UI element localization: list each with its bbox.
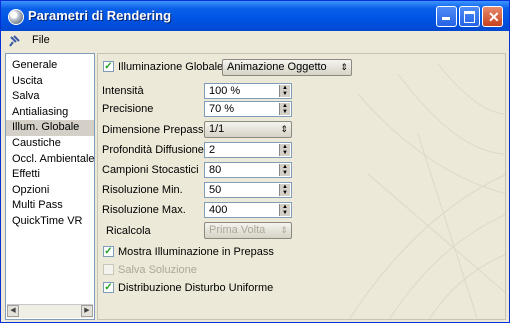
uniform-noise-label: Distribuzione Disturbo Uniforme xyxy=(118,282,274,294)
category-generale[interactable]: Generale xyxy=(6,58,94,74)
max-resolution-value: 400 xyxy=(209,204,228,216)
maximize-button[interactable] xyxy=(459,6,480,27)
horizontal-scrollbar[interactable]: ◀ ▶ xyxy=(7,304,93,318)
category-quicktime-vr[interactable]: QuickTime VR xyxy=(6,214,94,230)
category-opzioni[interactable]: Opzioni xyxy=(6,183,94,199)
category-salva[interactable]: Salva xyxy=(6,89,94,105)
updown-arrow-icon: ⇕ xyxy=(280,124,288,134)
recalc-value: Prima Volta xyxy=(209,224,266,236)
category-uscita[interactable]: Uscita xyxy=(6,74,94,90)
uniform-noise-checkbox[interactable]: ✓ xyxy=(103,282,114,293)
save-solution-checkbox[interactable] xyxy=(103,264,114,275)
diffusion-depth-value: 2 xyxy=(209,144,216,156)
pin-icon xyxy=(9,35,20,47)
precision-label: Precisione xyxy=(102,103,154,115)
category-effetti[interactable]: Effetti xyxy=(6,167,94,183)
minimize-button[interactable] xyxy=(436,6,457,27)
category-caustiche[interactable]: Caustiche xyxy=(6,136,94,152)
max-resolution-spinner[interactable]: ▲ ▼ xyxy=(279,204,290,216)
close-button[interactable]: ✕ xyxy=(482,6,503,27)
precision-spinner[interactable]: ▲ ▼ xyxy=(279,103,290,115)
min-resolution-field[interactable]: 50 ▲ ▼ xyxy=(204,182,292,198)
diffusion-depth-field[interactable]: 2 ▲ ▼ xyxy=(204,142,292,158)
intensity-value: 100 % xyxy=(209,85,241,97)
category-illum-globale[interactable]: Illum. Globale xyxy=(6,120,94,136)
settings-category-list: Generale Uscita Salva Antialiasing Illum… xyxy=(5,53,95,320)
close-icon: ✕ xyxy=(488,9,500,25)
stochastic-samples-label: Campioni Stocastici xyxy=(102,164,199,176)
max-resolution-field[interactable]: 400 ▲ ▼ xyxy=(204,202,292,218)
diffusion-depth-spinner[interactable]: ▲ ▼ xyxy=(279,144,290,156)
menu-bar: File xyxy=(5,32,505,50)
updown-arrow-icon: ⇕ xyxy=(280,225,288,235)
window-title: Parametri di Rendering xyxy=(28,8,172,23)
prepass-size-label: Dimensione Prepass xyxy=(102,124,204,136)
gi-settings-panel: ✓ Illuminazione Globale Animazione Ogget… xyxy=(97,53,506,320)
gi-mode-dropdown[interactable]: Animazione Oggetto ⇕ xyxy=(222,59,352,76)
app-icon xyxy=(8,9,24,25)
stochastic-samples-value: 80 xyxy=(209,164,222,176)
updown-arrow-icon: ⇕ xyxy=(340,62,348,72)
min-resolution-label: Risoluzione Min. xyxy=(102,184,183,196)
min-resolution-spinner[interactable]: ▲ ▼ xyxy=(279,184,290,196)
prepass-size-value: 1/1 xyxy=(209,123,225,135)
show-prepass-checkbox[interactable]: ✓ xyxy=(103,246,114,257)
category-occl-ambientale[interactable]: Occl. Ambientale xyxy=(6,152,95,168)
scroll-left-button[interactable]: ◀ xyxy=(7,305,19,317)
minimize-icon xyxy=(442,17,450,20)
prepass-size-dropdown[interactable]: 1/1 ⇕ xyxy=(204,121,292,138)
max-resolution-label: Risoluzione Max. xyxy=(102,204,186,216)
precision-field[interactable]: 70 % ▲ ▼ xyxy=(204,101,292,117)
maximize-icon xyxy=(464,11,475,23)
title-bar[interactable]: Parametri di Rendering ✕ xyxy=(1,1,509,31)
intensity-spinner[interactable]: ▲ ▼ xyxy=(279,85,290,97)
show-prepass-label: Mostra Illuminazione in Prepass xyxy=(118,246,274,258)
scroll-right-button[interactable]: ▶ xyxy=(81,305,93,317)
category-antialiasing[interactable]: Antialiasing xyxy=(6,105,94,121)
intensity-label: Intensità xyxy=(102,85,144,97)
category-multi-pass[interactable]: Multi Pass xyxy=(6,198,94,214)
menu-file[interactable]: File xyxy=(32,34,50,46)
gi-enable-label: Illuminazione Globale xyxy=(118,61,224,73)
save-solution-label: Salva Soluzione xyxy=(118,264,197,276)
render-settings-window: Parametri di Rendering ✕ File Generale U… xyxy=(0,0,510,323)
recalc-label: Ricalcola xyxy=(106,225,151,237)
intensity-field[interactable]: 100 % ▲ ▼ xyxy=(204,83,292,99)
precision-value: 70 % xyxy=(209,103,235,115)
diffusion-depth-label: Profondità Diffusione xyxy=(102,144,204,156)
stochastic-samples-spinner[interactable]: ▲ ▼ xyxy=(279,164,290,176)
min-resolution-value: 50 xyxy=(209,184,222,196)
stochastic-samples-field[interactable]: 80 ▲ ▼ xyxy=(204,162,292,178)
gi-enable-checkbox[interactable]: ✓ xyxy=(103,61,114,72)
gi-mode-value: Animazione Oggetto xyxy=(227,61,327,73)
recalc-dropdown[interactable]: Prima Volta ⇕ xyxy=(204,222,292,239)
